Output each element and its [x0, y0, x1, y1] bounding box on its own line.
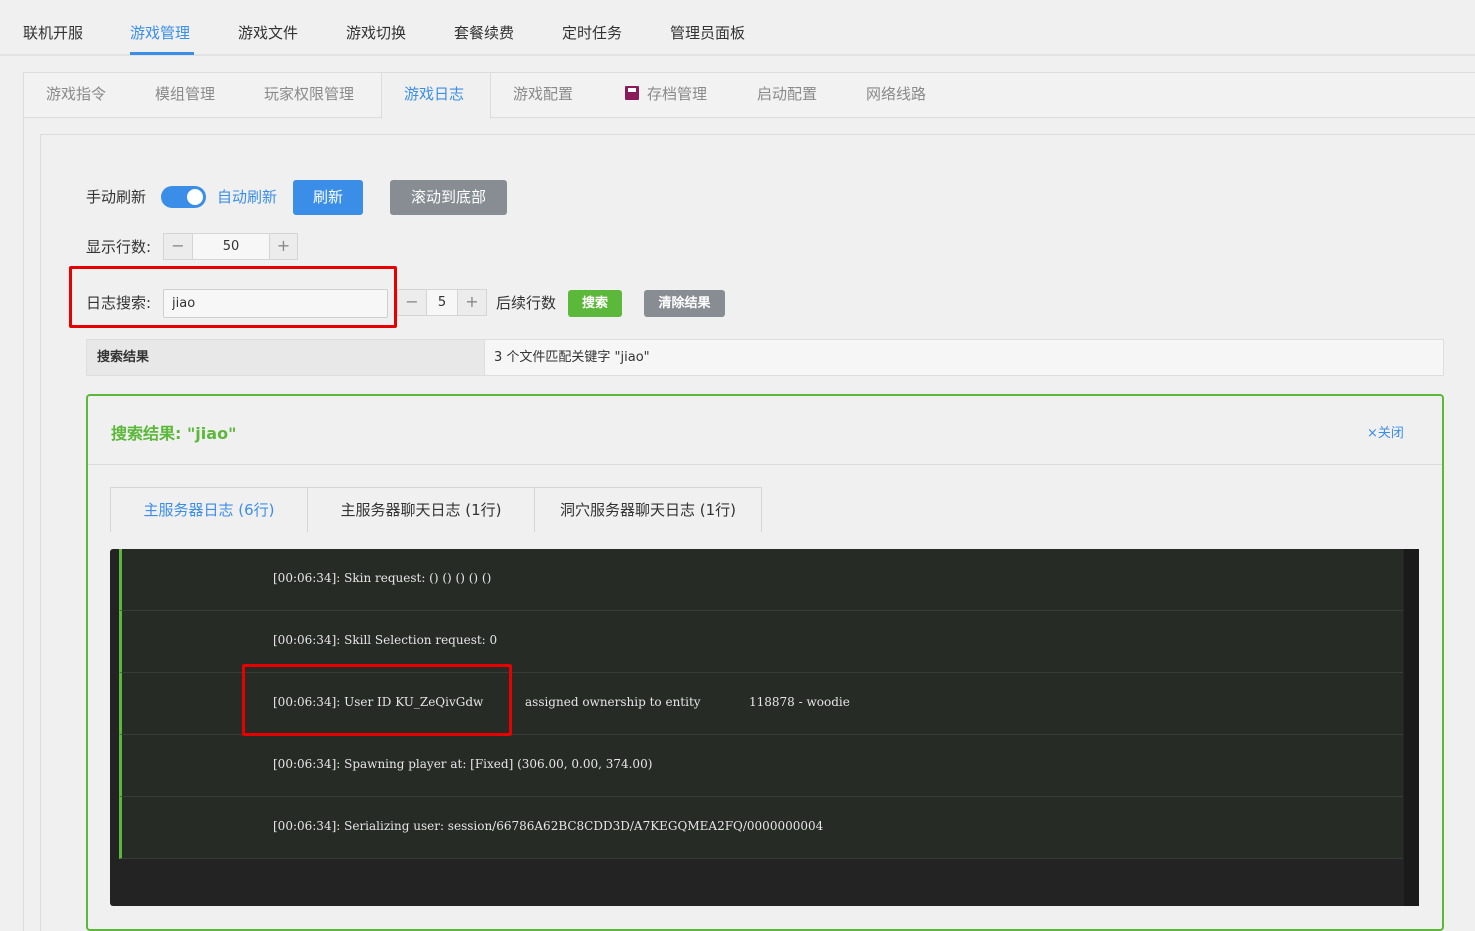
tab-launch-config[interactable]: 启动配置	[757, 73, 817, 118]
results-tabs: 主服务器日志 (6行) 主服务器聊天日志 (1行) 洞穴服务器聊天日志 (1行)	[110, 487, 762, 532]
log-line: [00:06:34]: Spawning player at: [Fixed] …	[119, 735, 1403, 797]
topnav-item-server[interactable]: 联机开服	[23, 22, 83, 44]
clear-results-button[interactable]: 清除结果	[644, 290, 725, 317]
toggle-knob	[187, 189, 203, 205]
results-title: 搜索结果: "jiao"	[111, 424, 237, 443]
refresh-button[interactable]: 刷新	[293, 180, 363, 215]
tab-cave-chat-log[interactable]: 洞穴服务器聊天日志 (1行)	[535, 488, 762, 532]
floppy-disk-icon	[625, 86, 639, 100]
log-line-text: [00:06:34]: Spawning player at: [Fixed] …	[273, 757, 653, 771]
tab-game-config[interactable]: 游戏配置	[513, 73, 573, 118]
lines-stepper: − 50 +	[163, 233, 298, 260]
tab-game-commands[interactable]: 游戏指令	[46, 73, 106, 118]
auto-refresh-toggle[interactable]	[161, 186, 206, 208]
topnav-item-admin[interactable]: 管理员面板	[670, 22, 745, 44]
manual-refresh-label: 手动刷新	[86, 188, 147, 206]
terminal-scrollbar[interactable]	[1404, 549, 1419, 906]
highlight-box-search	[69, 266, 397, 328]
tab-network[interactable]: 网络线路	[866, 73, 926, 118]
summary-value: 3 个文件匹配关键字 "jiao"	[494, 350, 650, 365]
topnav-item-renew[interactable]: 套餐续费	[454, 22, 514, 44]
log-line-text: [00:06:34]: Serializing user: session/66…	[273, 819, 824, 833]
after-lines-decrement-button[interactable]: −	[398, 290, 426, 315]
search-button[interactable]: 搜索	[568, 290, 622, 317]
top-nav: 联机开服 游戏管理 游戏文件 游戏切换 套餐续费 定时任务 管理员面板	[0, 0, 1475, 56]
log-line-text-part3: 118878 - woodie	[749, 695, 850, 709]
tab-saves-label: 存档管理	[647, 85, 708, 103]
log-line-text-part2: assigned ownership to entity	[525, 695, 701, 709]
scroll-to-bottom-button[interactable]: 滚动到底部	[390, 180, 507, 215]
topnav-item-game-switch[interactable]: 游戏切换	[346, 22, 406, 44]
active-tab-indicator	[130, 52, 194, 55]
tab-game-log[interactable]: 游戏日志	[381, 73, 491, 119]
search-summary: 搜索结果 3 个文件匹配关键字 "jiao"	[86, 339, 1444, 376]
topnav-item-scheduled[interactable]: 定时任务	[562, 22, 622, 44]
auto-refresh-label: 自动刷新	[217, 188, 278, 206]
log-line: [00:06:34]: Skin request: () () () () ()	[119, 549, 1403, 611]
log-line-text: [00:06:34]: Skill Selection request: 0	[273, 633, 498, 647]
close-results-button[interactable]: ×关闭	[1367, 422, 1404, 441]
topnav-item-game-files[interactable]: 游戏文件	[238, 22, 298, 44]
lines-increment-button[interactable]: +	[270, 234, 297, 259]
after-lines-stepper: − 5 +	[397, 289, 487, 316]
lines-value[interactable]: 50	[192, 234, 270, 259]
divider	[23, 118, 24, 931]
log-line: [00:06:34]: Serializing user: session/66…	[119, 797, 1403, 859]
tab-mods[interactable]: 模组管理	[155, 73, 215, 118]
tab-saves[interactable]: 存档管理	[625, 73, 707, 118]
summary-key: 搜索结果	[87, 340, 485, 375]
after-lines-value[interactable]: 5	[426, 290, 458, 315]
sub-tabs: 游戏指令 模组管理 玩家权限管理 游戏日志 游戏配置 存档管理 启动配置 网络线…	[23, 72, 1475, 119]
results-header: 搜索结果: "jiao" ×关闭	[88, 396, 1442, 465]
tab-main-chat-log[interactable]: 主服务器聊天日志 (1行)	[308, 488, 535, 532]
lines-label: 显示行数:	[86, 238, 152, 256]
lines-decrement-button[interactable]: −	[164, 234, 192, 259]
topnav-item-game-manage[interactable]: 游戏管理	[130, 22, 190, 44]
tab-main-server-log[interactable]: 主服务器日志 (6行)	[111, 488, 308, 532]
log-line-text: [00:06:34]: Skin request: () () () () ()	[273, 571, 492, 585]
after-lines-label: 后续行数	[496, 294, 557, 312]
highlight-box-user-id	[242, 664, 512, 736]
after-lines-increment-button[interactable]: +	[458, 290, 486, 315]
tab-player-permissions[interactable]: 玩家权限管理	[264, 73, 354, 118]
